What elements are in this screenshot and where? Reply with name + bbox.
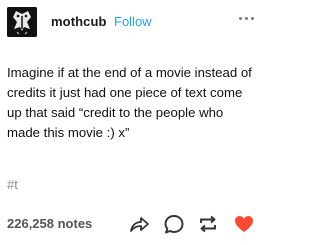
tumblr-post: mothcub Follow Imagine if at the end of … — [0, 0, 264, 245]
more-options-icon[interactable] — [237, 11, 257, 25]
share-icon[interactable] — [128, 213, 150, 235]
follow-button[interactable]: Follow — [114, 14, 152, 29]
post-tag[interactable]: #t — [7, 177, 18, 192]
moth-icon — [7, 7, 37, 37]
post-footer: 226,258 notes — [7, 213, 261, 237]
avatar[interactable] — [7, 7, 37, 37]
reply-icon[interactable] — [163, 213, 185, 235]
reblog-icon[interactable] — [197, 213, 219, 235]
post-header: mothcub Follow — [7, 7, 257, 37]
username-link[interactable]: mothcub — [51, 14, 107, 29]
notes-count[interactable]: 226,258 notes — [7, 216, 92, 231]
post-body-text: Imagine if at the end of a movie instead… — [7, 65, 252, 140]
heart-icon[interactable] — [233, 213, 255, 235]
